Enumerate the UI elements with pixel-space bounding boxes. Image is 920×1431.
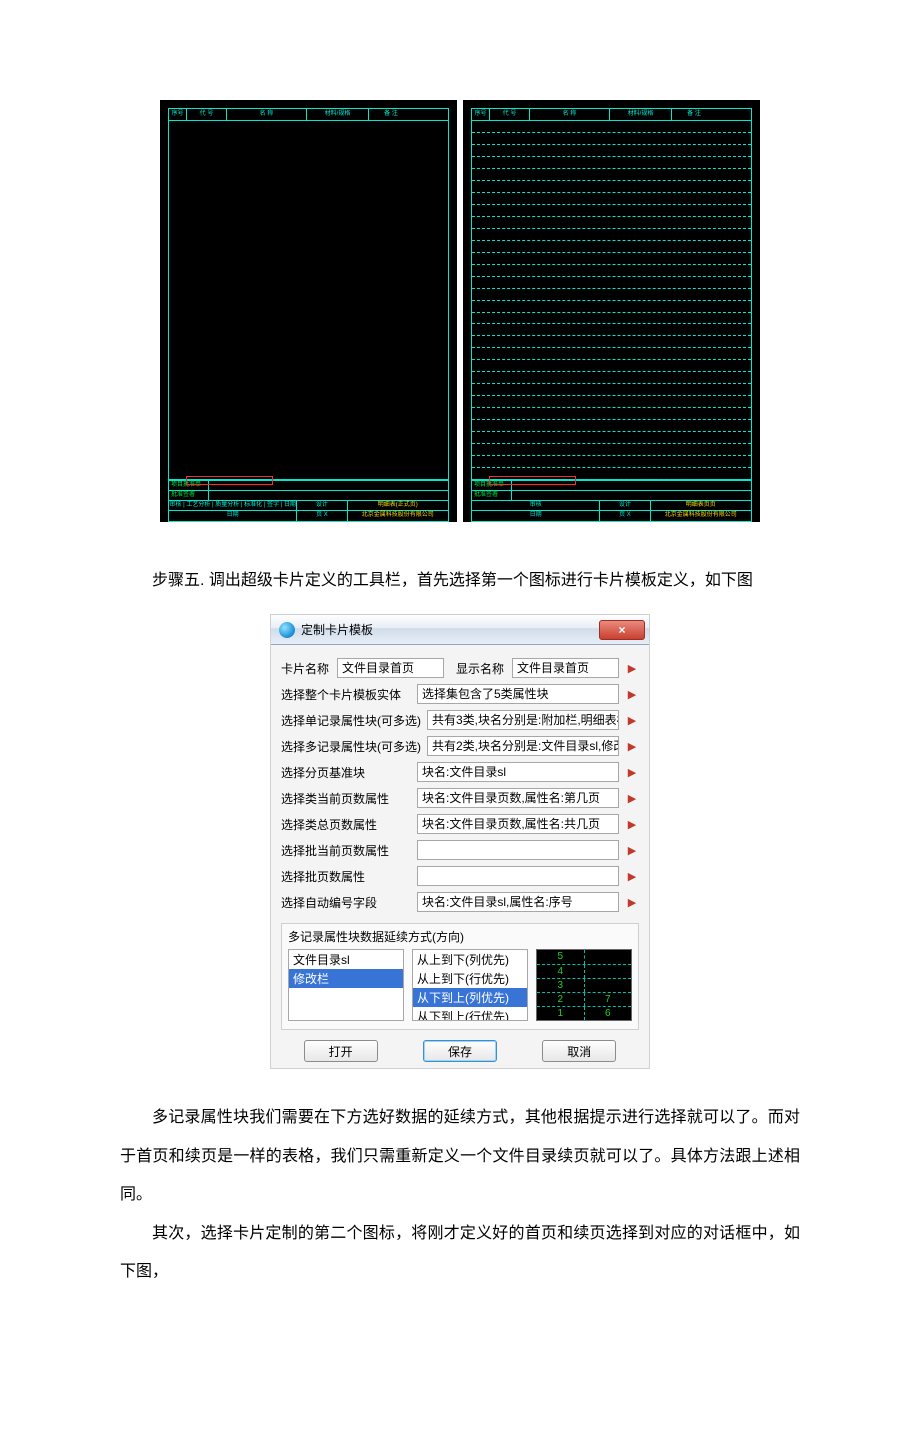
- field-label: 选择自动编号字段: [281, 894, 411, 911]
- dialog-field-row: 选择类当前页数属性块名:文件目录页数,属性名:第几页 ▶: [281, 785, 639, 811]
- picker-icon[interactable]: ▶: [625, 870, 639, 883]
- cad-col: 材料/规格: [610, 109, 672, 120]
- field-label: 选择类总页数属性: [281, 816, 411, 833]
- field-value[interactable]: 块名:文件目录页数,属性名:第几页: [417, 788, 619, 808]
- preview-grid: 1627345: [536, 949, 632, 1021]
- cad-col: 代 号: [187, 109, 227, 120]
- dialog-field-row: 选择批页数属性 ▶: [281, 863, 639, 889]
- close-button[interactable]: ×: [599, 620, 645, 640]
- cad-lined-body: [472, 121, 751, 480]
- field-value[interactable]: [417, 866, 619, 886]
- cad-doc-right: 序号 代 号 名 称 材料/规格 备 注 项目批准单 批准签署: [463, 100, 760, 522]
- field-label: 选择分页基准块: [281, 764, 411, 781]
- listbox-blocks[interactable]: 文件目录sl修改栏: [288, 949, 404, 1021]
- input-dispname[interactable]: 文件目录首页: [512, 658, 619, 678]
- field-label: 选择整个卡片模板实体: [281, 686, 411, 703]
- field-value[interactable]: 块名:文件目录sl,属性名:序号: [417, 892, 619, 912]
- dialog-field-row: 选择单记录属性块(可多选) 共有3类,块名分别是:附加栏,明细表标题栏,文件目录栏…: [281, 707, 639, 733]
- cad-col: 名 称: [227, 109, 307, 120]
- cad-col: 序号: [472, 109, 490, 120]
- field-label: 选择批当前页数属性: [281, 842, 411, 859]
- dialog-field-row: 选择类总页数属性块名:文件目录页数,属性名:共几页 ▶: [281, 811, 639, 837]
- field-label: 选择多记录属性块(可多选): [281, 738, 421, 755]
- cad-screenshots: 序号 代 号 名 称 材料/规格 备 注 项目批准单 批准签署 审核 | 工艺分…: [160, 100, 760, 522]
- field-label: 选择类当前页数属性: [281, 790, 411, 807]
- cad-highlight-box: [186, 476, 273, 485]
- field-value[interactable]: 共有2类,块名分别是:文件目录sl,修改栏: [427, 736, 619, 756]
- cad-col: 名 称: [530, 109, 610, 120]
- dialog-title: 定制卡片模板: [301, 621, 373, 638]
- field-value[interactable]: 选择集包含了5类属性块: [417, 684, 619, 704]
- list-item[interactable]: 从下到上(列优先): [413, 988, 527, 1007]
- picker-icon[interactable]: ▶: [625, 896, 639, 909]
- field-value[interactable]: [417, 840, 619, 860]
- list-item[interactable]: 修改栏: [289, 969, 403, 988]
- list-item[interactable]: 从上到下(列优先): [413, 950, 527, 969]
- dialog-field-row: 选择分页基准块块名:文件目录sl ▶: [281, 759, 639, 785]
- group-title: 多记录属性块数据延续方式(方向): [288, 928, 632, 945]
- input-cardname[interactable]: 文件目录首页: [337, 658, 444, 678]
- cad-col: 备 注: [369, 109, 413, 120]
- field-value[interactable]: 块名:文件目录页数,属性名:共几页: [417, 814, 619, 834]
- picker-icon[interactable]: ▶: [625, 818, 639, 831]
- dialog-field-row: 选择批当前页数属性 ▶: [281, 837, 639, 863]
- picker-icon[interactable]: ▶: [625, 844, 639, 857]
- dialog-card-template: 定制卡片模板 × 卡片名称 文件目录首页 显示名称 文件目录首页 ▶ 选择整个卡…: [270, 614, 650, 1069]
- dialog-titlebar: 定制卡片模板 ×: [271, 615, 649, 645]
- list-item[interactable]: 文件目录sl: [289, 950, 403, 969]
- label-dispname: 显示名称: [456, 660, 506, 677]
- picker-icon[interactable]: ▶: [625, 662, 639, 675]
- dialog-field-row: 选择整个卡片模板实体选择集包含了5类属性块 ▶: [281, 681, 639, 707]
- picker-icon[interactable]: ▶: [625, 792, 639, 805]
- picker-icon[interactable]: ▶: [625, 714, 639, 727]
- list-item[interactable]: 从上到下(行优先): [413, 969, 527, 988]
- listbox-direction[interactable]: 从上到下(列优先)从上到下(行优先)从下到上(列优先)从下到上(行优先): [412, 949, 528, 1021]
- label-cardname: 卡片名称: [281, 660, 331, 677]
- dialog-field-row: 选择多记录属性块(可多选) 共有2类,块名分别是:文件目录sl,修改栏 ▶: [281, 733, 639, 759]
- field-label: 选择单记录属性块(可多选): [281, 712, 421, 729]
- field-value[interactable]: 共有3类,块名分别是:附加栏,明细表标题栏,文件目录栏: [427, 710, 619, 730]
- cad-col: 备 注: [672, 109, 716, 120]
- dialog-icon: [279, 622, 295, 638]
- open-button[interactable]: 打开: [304, 1040, 378, 1062]
- cad-col: 序号: [169, 109, 187, 120]
- cad-highlight-box: [489, 476, 576, 485]
- paragraph-step5: 步骤五. 调出超级卡片定义的工具栏，首先选择第一个图标进行卡片模板定义，如下图: [120, 562, 800, 600]
- group-continuation: 多记录属性块数据延续方式(方向) 文件目录sl修改栏 从上到下(列优先)从上到下…: [281, 923, 639, 1030]
- picker-icon[interactable]: ▶: [625, 740, 639, 753]
- save-button[interactable]: 保存: [423, 1040, 497, 1062]
- picker-icon[interactable]: ▶: [625, 766, 639, 779]
- field-label: 选择批页数属性: [281, 868, 411, 885]
- cancel-button[interactable]: 取消: [542, 1040, 616, 1062]
- field-value[interactable]: 块名:文件目录sl: [417, 762, 619, 782]
- cad-col: 代 号: [490, 109, 530, 120]
- paragraph-second-icon: 其次，选择卡片定制的第二个图标，将刚才定义好的首页和续页选择到对应的对话框中，如…: [120, 1215, 800, 1292]
- cad-col: 材料/规格: [307, 109, 369, 120]
- picker-icon[interactable]: ▶: [625, 688, 639, 701]
- paragraph-multi-record: 多记录属性块我们需要在下方选好数据的延续方式，其他根据提示进行选择就可以了。而对…: [120, 1099, 800, 1214]
- cad-doc-left: 序号 代 号 名 称 材料/规格 备 注 项目批准单 批准签署 审核 | 工艺分…: [160, 100, 457, 522]
- list-item[interactable]: 从下到上(行优先): [413, 1007, 527, 1021]
- dialog-field-row: 选择自动编号字段块名:文件目录sl,属性名:序号 ▶: [281, 889, 639, 915]
